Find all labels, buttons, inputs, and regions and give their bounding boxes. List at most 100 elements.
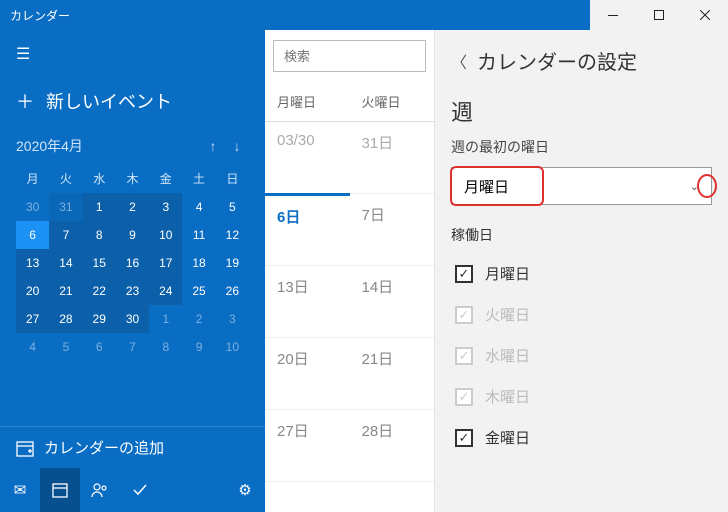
mini-cal-day[interactable]: 3	[149, 193, 182, 221]
mini-cal-day[interactable]: 4	[182, 193, 215, 221]
mini-cal-day[interactable]: 2	[182, 305, 215, 333]
mini-cal-day[interactable]: 25	[182, 277, 215, 305]
mini-cal-day[interactable]: 8	[83, 221, 116, 249]
week-heading: 週	[451, 89, 712, 137]
mail-icon[interactable]: ✉	[0, 468, 40, 512]
prev-month-button[interactable]: ↑	[201, 138, 225, 154]
mini-cal-day[interactable]: 13	[16, 249, 49, 277]
panel-header: 〈 カレンダーの設定	[451, 30, 712, 89]
mini-cal-day[interactable]: 20	[16, 277, 49, 305]
mini-cal-day[interactable]: 19	[216, 249, 249, 277]
mini-cal-day[interactable]: 7	[116, 333, 149, 361]
new-event-label: 新しいイベント	[46, 88, 172, 114]
first-day-dropdown[interactable]: 月曜日 ⌄	[451, 167, 712, 205]
day-cell[interactable]: 03/30	[265, 122, 350, 193]
mini-cal-day[interactable]: 22	[83, 277, 116, 305]
mini-cal-day[interactable]: 29	[83, 305, 116, 333]
day-cell[interactable]: 21日	[350, 338, 435, 409]
first-day-label: 週の最初の曜日	[451, 137, 712, 167]
mini-cal-day[interactable]: 8	[149, 333, 182, 361]
weekday-header: 月火水木金土日	[0, 166, 265, 191]
mini-cal-day[interactable]: 6	[83, 333, 116, 361]
mini-cal-day[interactable]: 15	[83, 249, 116, 277]
mini-cal-day[interactable]: 17	[149, 249, 182, 277]
checkbox-icon: ✓	[455, 306, 473, 324]
maximize-button[interactable]	[636, 0, 682, 30]
mini-cal-day[interactable]: 31	[49, 193, 82, 221]
mini-calendar[interactable]: 3031123456789101112131415161718192021222…	[0, 191, 265, 367]
mini-cal-day[interactable]: 5	[216, 193, 249, 221]
minimize-button[interactable]	[590, 0, 636, 30]
day-cell[interactable]: 28日	[350, 410, 435, 481]
add-calendar-button[interactable]: カレンダーの追加	[0, 426, 265, 468]
people-icon[interactable]	[80, 468, 120, 512]
mini-cal-day[interactable]: 30	[16, 193, 49, 221]
mini-cal-day[interactable]: 5	[49, 333, 82, 361]
mini-cal-day[interactable]: 9	[182, 333, 215, 361]
workday-checkbox[interactable]: ✓ 月曜日	[451, 253, 712, 294]
calendar-icon[interactable]	[40, 468, 80, 512]
workday-label: 水曜日	[485, 345, 530, 366]
week-row[interactable]: 6日7日	[265, 194, 434, 266]
mini-cal-day[interactable]: 7	[49, 221, 82, 249]
mini-cal-day[interactable]: 23	[116, 277, 149, 305]
workday-label: 月曜日	[485, 263, 530, 284]
mini-cal-day[interactable]: 28	[49, 305, 82, 333]
next-month-button[interactable]: ↓	[225, 138, 249, 154]
todo-icon[interactable]	[120, 468, 160, 512]
mini-cal-day[interactable]: 2	[116, 193, 149, 221]
chevron-down-icon: ⌄	[690, 180, 699, 193]
window-controls	[590, 0, 728, 30]
mini-cal-day[interactable]: 9	[116, 221, 149, 249]
mini-cal-day[interactable]: 14	[49, 249, 82, 277]
workdays-label: 稼働日	[451, 205, 712, 253]
week-row[interactable]: 13日14日	[265, 266, 434, 338]
checkbox-icon: ✓	[455, 265, 473, 283]
mini-cal-day[interactable]: 6	[16, 221, 49, 249]
mini-cal-day[interactable]: 18	[182, 249, 215, 277]
week-row[interactable]: 27日28日	[265, 410, 434, 482]
mini-cal-day[interactable]: 1	[149, 305, 182, 333]
day-cell[interactable]: 14日	[350, 266, 435, 337]
week-row[interactable]: 03/3031日	[265, 122, 434, 194]
settings-icon[interactable]: ⚙	[225, 468, 265, 512]
new-event-button[interactable]: ＋ 新しいイベント	[0, 78, 265, 132]
checkbox-icon: ✓	[455, 429, 473, 447]
day-cell[interactable]: 27日	[265, 410, 350, 481]
search-input[interactable]	[273, 40, 426, 72]
workday-checkbox[interactable]: ✓金曜日	[451, 417, 712, 458]
mini-cal-day[interactable]: 10	[149, 221, 182, 249]
calendar-add-icon	[16, 439, 34, 457]
mini-cal-day[interactable]: 10	[216, 333, 249, 361]
close-button[interactable]	[682, 0, 728, 30]
workday-checkbox: ✓火曜日	[451, 294, 712, 335]
workday-checkbox: ✓木曜日	[451, 376, 712, 417]
menu-icon[interactable]: ☰	[0, 30, 265, 78]
day-cell[interactable]: 6日	[265, 193, 350, 265]
mini-cal-day[interactable]: 12	[216, 221, 249, 249]
workday-checkbox: ✓ 水曜日	[451, 335, 712, 376]
day-cell[interactable]: 20日	[265, 338, 350, 409]
mini-cal-day[interactable]: 26	[216, 277, 249, 305]
mini-cal-day[interactable]: 30	[116, 305, 149, 333]
mini-cal-day[interactable]: 21	[49, 277, 82, 305]
col-header-mon: 月曜日	[265, 82, 350, 121]
mini-cal-day[interactable]: 16	[116, 249, 149, 277]
day-cell[interactable]: 7日	[350, 194, 435, 265]
weekday-label: 月	[16, 166, 49, 191]
calendar-grid-column: 月曜日 火曜日 03/3031日6日7日13日14日20日21日27日28日	[265, 30, 435, 512]
mini-cal-day[interactable]: 11	[182, 221, 215, 249]
mini-cal-day[interactable]: 4	[16, 333, 49, 361]
checkbox-icon: ✓	[455, 347, 473, 365]
mini-cal-day[interactable]: 24	[149, 277, 182, 305]
day-column-headers: 月曜日 火曜日	[265, 82, 434, 122]
back-icon[interactable]: 〈	[451, 49, 467, 73]
mini-cal-day[interactable]: 3	[216, 305, 249, 333]
col-header-tue: 火曜日	[350, 82, 435, 121]
mini-cal-day[interactable]: 27	[16, 305, 49, 333]
mini-cal-day[interactable]: 1	[83, 193, 116, 221]
week-row[interactable]: 20日21日	[265, 338, 434, 410]
day-cell[interactable]: 13日	[265, 266, 350, 337]
weekday-label: 木	[116, 166, 149, 191]
day-cell[interactable]: 31日	[350, 122, 435, 193]
